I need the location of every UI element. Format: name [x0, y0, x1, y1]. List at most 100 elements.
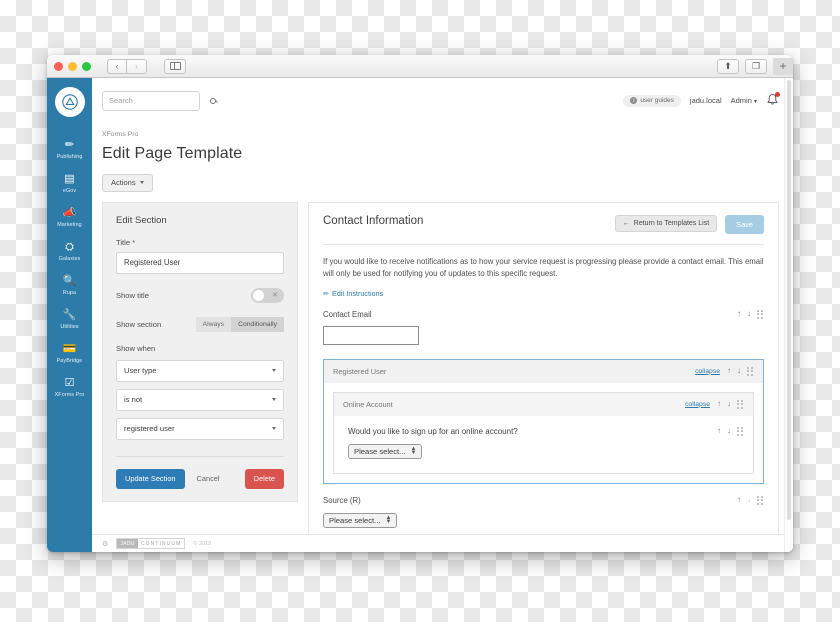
- title-label-text: Title: [116, 238, 130, 247]
- condition-value-select[interactable]: registered user: [116, 418, 284, 440]
- user-guides-button[interactable]: i user guides: [623, 95, 681, 107]
- page-title: Edit Page Template: [92, 141, 793, 163]
- pencil-icon: ✏: [323, 289, 329, 298]
- sidebar-item-marketing[interactable]: 📣 Marketing: [47, 200, 92, 234]
- drag-handle-icon[interactable]: [757, 496, 764, 505]
- condition-operator-select[interactable]: is not: [116, 389, 284, 411]
- move-up-icon[interactable]: ↑: [717, 400, 721, 408]
- content-title: Contact Information: [323, 215, 607, 227]
- edit-instructions-link[interactable]: ✏ Edit Instructions: [323, 289, 764, 298]
- gear-icon[interactable]: ⚙: [102, 540, 108, 548]
- show-title-toggle[interactable]: ✕: [251, 288, 284, 303]
- search-icon: 🔍: [63, 275, 77, 287]
- breadcrumb-item[interactable]: XForms Pro: [102, 131, 138, 138]
- minimize-window-button[interactable]: [68, 62, 77, 71]
- maximize-window-button[interactable]: [82, 62, 91, 71]
- sidebar-item-xforms-pro[interactable]: ☑ XForms Pro: [47, 370, 92, 404]
- nav-buttons[interactable]: ‹ ›: [107, 59, 147, 74]
- close-window-button[interactable]: [54, 62, 63, 71]
- share-icon[interactable]: ⬆: [717, 59, 739, 74]
- sidebar-item-label: eGov: [63, 188, 76, 194]
- sidebar-nav: ✏ Publishing ▤ eGov 📣 Marketing ⛭ Galaxi…: [47, 78, 92, 552]
- topbar-right: i user guides jadu.local Admin ▾: [623, 93, 779, 108]
- source-label: Source (R): [323, 496, 737, 505]
- return-to-templates-button[interactable]: ← Return to Templates List: [615, 215, 717, 232]
- search-input[interactable]: [109, 96, 206, 105]
- edit-instructions-label: Edit Instructions: [332, 289, 383, 298]
- field-controls: ↑ ↓: [737, 310, 764, 319]
- contact-email-field-block: Contact Email ↑ ↓: [323, 310, 764, 345]
- show-section-segmented-control[interactable]: Always Conditionally: [196, 317, 284, 332]
- admin-menu[interactable]: Admin ▾: [731, 96, 757, 105]
- browser-window: ‹ › ⬆ ❐ + ✏ Publishing ▤: [47, 55, 793, 552]
- tabs-icon[interactable]: ❐: [745, 59, 767, 74]
- move-down-icon[interactable]: ↓: [747, 496, 751, 504]
- browser-titlebar: ‹ › ⬆ ❐ +: [47, 55, 793, 78]
- search-box[interactable]: [102, 91, 200, 111]
- window-controls[interactable]: [54, 62, 91, 71]
- sidebar-item-label: Marketing: [57, 222, 82, 228]
- footer-logo: JADU CONTINUUM: [116, 538, 185, 549]
- move-down-icon[interactable]: ↓: [727, 400, 731, 408]
- save-button[interactable]: Save: [725, 215, 764, 234]
- admin-label: Admin: [731, 96, 752, 105]
- document-icon: ▤: [64, 173, 74, 185]
- collapse-link[interactable]: collapse: [685, 401, 710, 408]
- segment-conditionally[interactable]: Conditionally: [231, 317, 284, 332]
- delete-button[interactable]: Delete: [245, 469, 284, 489]
- move-up-icon[interactable]: ↑: [717, 427, 721, 435]
- back-button[interactable]: ‹: [107, 59, 127, 74]
- jadu-logo[interactable]: [55, 87, 85, 117]
- sidebar-item-paybridge[interactable]: 💳 PayBridge: [47, 336, 92, 370]
- segment-always[interactable]: Always: [196, 317, 232, 332]
- content-header: Contact Information ← Return to Template…: [323, 215, 764, 234]
- drag-handle-icon[interactable]: [737, 427, 744, 436]
- field-top-row: Contact Email ↑ ↓: [323, 310, 764, 319]
- sidebar-item-rupa[interactable]: 🔍 Rupa: [47, 268, 92, 302]
- forward-button[interactable]: ›: [127, 59, 147, 74]
- move-down-icon[interactable]: ↓: [727, 427, 731, 435]
- move-up-icon[interactable]: ↑: [727, 367, 731, 375]
- online-account-question: Would you like to sign up for an online …: [348, 427, 717, 436]
- cancel-button[interactable]: Cancel: [195, 469, 222, 489]
- collapse-link[interactable]: collapse: [695, 368, 720, 375]
- online-account-select[interactable]: Please select... ▲▼: [348, 444, 422, 459]
- scrollbar-thumb[interactable]: [787, 80, 791, 520]
- stepper-icon: ▲▼: [411, 447, 417, 455]
- sidebar-toggle-button[interactable]: [164, 59, 186, 74]
- move-up-icon[interactable]: ↑: [737, 496, 741, 504]
- move-down-icon[interactable]: ↓: [737, 367, 741, 375]
- actions-button[interactable]: Actions: [102, 174, 153, 192]
- contact-email-input[interactable]: [323, 326, 419, 345]
- drag-handle-icon[interactable]: [747, 367, 754, 376]
- vertical-scrollbar[interactable]: [784, 78, 793, 552]
- source-top-row: Source (R) ↑ ↓: [323, 496, 764, 505]
- sidebar-item-egov[interactable]: ▤ eGov: [47, 166, 92, 200]
- notifications-button[interactable]: [766, 93, 779, 108]
- move-up-icon[interactable]: ↑: [737, 310, 741, 318]
- return-label: Return to Templates List: [634, 220, 709, 227]
- drag-handle-icon[interactable]: [737, 400, 744, 409]
- show-section-row: Show section Always Conditionally: [116, 317, 284, 332]
- stepper-icon: ▲▼: [386, 516, 392, 524]
- source-select[interactable]: Please select... ▲▼: [323, 513, 397, 528]
- back-arrow-icon: ←: [623, 220, 630, 227]
- toggle-knob: [253, 290, 264, 301]
- show-title-label: Show title: [116, 291, 149, 300]
- title-input[interactable]: [116, 252, 284, 274]
- sidebar-item-utilities[interactable]: 🔧 Utilities: [47, 302, 92, 336]
- move-down-icon[interactable]: ↓: [747, 310, 751, 318]
- registered-user-section-body: Online Account collapse ↑ ↓: [324, 383, 763, 483]
- new-tab-button[interactable]: +: [773, 58, 793, 75]
- update-section-button[interactable]: Update Section: [116, 469, 185, 489]
- online-account-section: Online Account collapse ↑ ↓: [333, 392, 754, 474]
- megaphone-icon: 📣: [63, 207, 77, 219]
- sidebar-item-galaxies[interactable]: ⛭ Galaxies: [47, 234, 92, 268]
- toggle-off-icon: ✕: [272, 291, 278, 299]
- sidebar-icon: [170, 62, 181, 70]
- drag-handle-icon[interactable]: [757, 310, 764, 319]
- show-title-row: Show title ✕: [116, 288, 284, 303]
- footer-brand-continuum: CONTINUUM: [138, 539, 184, 548]
- condition-field-select[interactable]: User type: [116, 360, 284, 382]
- sidebar-item-publishing[interactable]: ✏ Publishing: [47, 132, 92, 166]
